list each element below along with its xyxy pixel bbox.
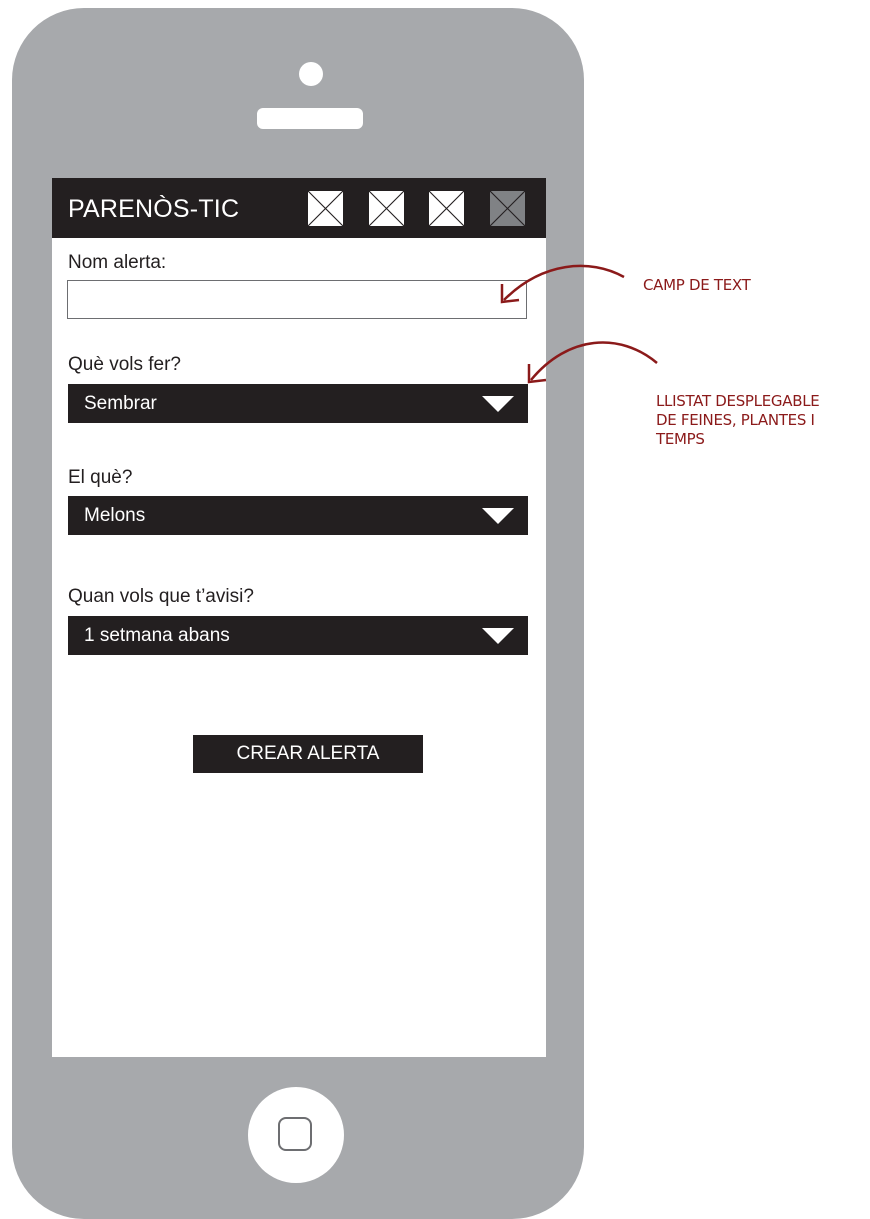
- annotation-arrow: [503, 264, 625, 301]
- annotation-dropdown-line1: LLISTAT DESPLEGABLE: [656, 392, 820, 410]
- annotation-dropdown-line3: TEMPS: [656, 430, 705, 448]
- annotation-dropdown-line2: DE FEINES, PLANTES I: [656, 411, 815, 429]
- annotation-text-field: CAMP DE TEXT: [643, 276, 751, 294]
- annotation-arrows: [500, 264, 658, 384]
- annotation-arrow: [530, 341, 658, 381]
